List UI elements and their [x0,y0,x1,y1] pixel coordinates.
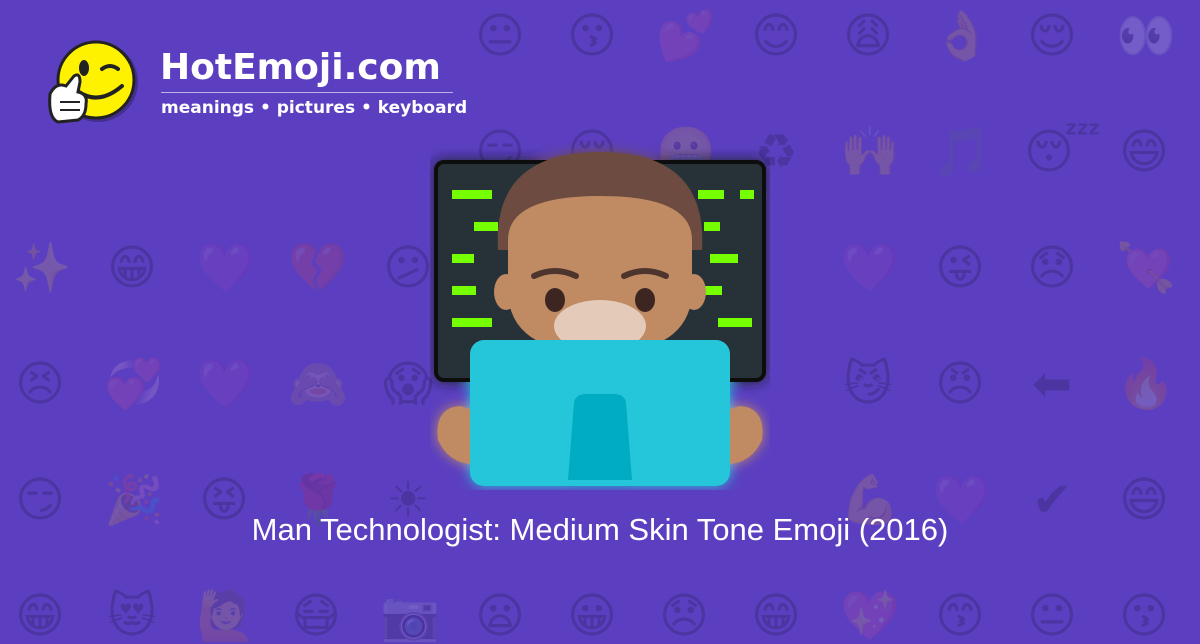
background-emoji-icon: 😄 [1118,124,1170,180]
background-emoji-icon: 💜 [196,240,256,296]
background-emoji-icon: 😣 [14,356,66,412]
background-emoji-icon: 😐 [1026,588,1078,644]
background-emoji-icon: 😞 [658,588,710,644]
background-emoji-icon: 😱 [382,356,434,412]
background-emoji-icon: 💘 [1116,240,1176,296]
code-line [740,190,754,199]
background-emoji-icon: 😷 [290,588,342,644]
left-ear [494,274,518,310]
right-ear [682,274,706,310]
background-emoji-icon: 💖 [840,588,900,644]
background-emoji-icon: 🙌 [840,124,900,180]
background-emoji-icon: 😜 [934,240,986,296]
code-line [474,222,498,231]
background-emoji-icon: 😙 [934,588,986,644]
laptop-stand [568,394,632,480]
emoji-caption: Man Technologist: Medium Skin Tone Emoji… [251,512,949,547]
site-logo[interactable]: HotEmoji.com meanings • pictures • keybo… [40,36,467,136]
background-emoji-icon: 😐 [474,8,526,64]
background-emoji-icon: 💜 [840,240,900,296]
background-emoji-icon: 💔 [288,240,348,296]
brand-bold: Emoji [232,47,344,88]
winking-thumbs-up-icon [48,40,138,124]
man-technologist-emoji [434,152,766,486]
code-line [718,318,752,327]
background-emoji-icon: 🎵 [932,124,992,180]
background-emoji-icon: ✨ [12,240,72,296]
background-emoji-icon: 💜 [196,356,256,412]
background-emoji-icon: 👀 [1116,8,1176,64]
background-emoji-icon: 👌 [932,8,992,64]
background-emoji-icon: 😁 [106,240,158,296]
background-emoji-icon: 😗 [1118,588,1170,644]
logo-divider [161,92,453,93]
code-line [698,190,724,199]
right-eye [635,288,655,312]
background-emoji-icon: 😌 [1026,8,1078,64]
background-emoji-icon: 😁 [750,588,802,644]
code-line [704,222,720,231]
background-emoji-icon: 😁 [14,588,66,644]
background-emoji-icon: 😻 [106,588,158,644]
background-emoji-icon: 🔥 [1116,356,1176,412]
background-emoji-icon: 🙈 [288,356,348,412]
background-emoji-icon: 💞 [104,356,164,412]
background-emoji-icon: 😠 [934,356,986,412]
background-emoji-icon: 😊 [750,8,802,64]
background-emoji-icon: 😞 [1026,240,1078,296]
background-emoji-icon: 😼 [842,356,894,412]
code-line [452,254,474,263]
brand-suffix: .com [343,47,441,88]
background-emoji-icon: 🙋 [196,588,256,644]
brand-prefix: Hot [160,47,233,88]
background-emoji-icon: 😀 [566,588,618,644]
code-line [452,318,492,327]
tagline: meanings • pictures • keyboard [161,98,468,118]
background-emoji-icon: 😴 [1024,124,1101,180]
background-emoji-icon: 📷 [380,588,440,644]
left-eye [545,288,565,312]
code-line [452,286,476,295]
brand-name: HotEmoji.com [160,48,441,88]
background-emoji-icon: ⬅ [1031,356,1073,412]
background-emoji-icon: 😗 [566,8,618,64]
code-line [710,254,738,263]
background-emoji-icon: 💕 [656,8,716,64]
background-emoji-icon: 😕 [382,240,434,296]
background-emoji-icon: 😩 [842,8,894,64]
background-emoji-icon: 😦 [474,588,526,644]
code-line [452,190,492,199]
